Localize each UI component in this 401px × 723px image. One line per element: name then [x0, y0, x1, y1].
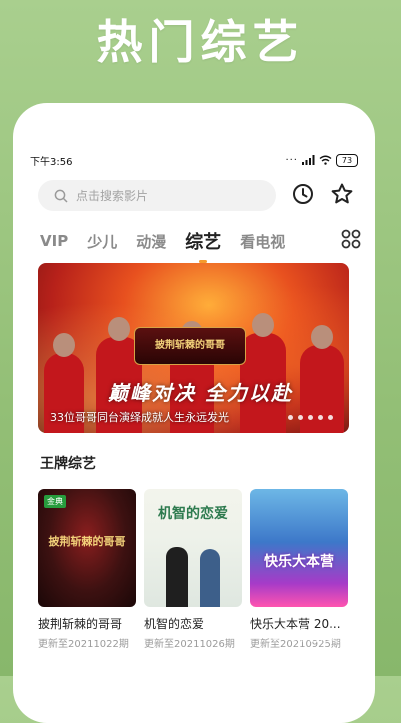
search-icon [54, 189, 68, 203]
poster-figure [200, 549, 220, 607]
tab-vip[interactable]: VIP [40, 232, 68, 250]
section-title: 王牌综艺 [40, 456, 96, 472]
poster-title: 机智的恋爱 [158, 506, 228, 522]
show-update: 更新至20211026期 [144, 639, 235, 650]
show-poster[interactable]: 金典 披荆斩棘的哥哥 [38, 489, 136, 607]
tab-anime[interactable]: 动漫 [136, 231, 166, 252]
carousel-dot[interactable] [318, 415, 323, 420]
tab-variety[interactable]: 综艺 [185, 228, 221, 263]
status-time: 下午3:56 [30, 156, 73, 168]
history-clock-icon[interactable] [292, 183, 314, 205]
watermark-text: 绿色资源网 [290, 626, 371, 645]
signal-dots: ··· [285, 154, 298, 166]
hero-banner[interactable]: 披荆斩棘的哥哥 巅峰对决 全力以赴 33位哥哥同台演绎成就人生永远发光 [38, 263, 349, 433]
tab-kids[interactable]: 少儿 [87, 231, 117, 252]
category-tabs: VIP 少儿 动漫 综艺 看电视 [40, 226, 361, 263]
carousel-dot[interactable] [328, 415, 333, 420]
tab-tv[interactable]: 看电视 [240, 231, 285, 252]
signal-icon [302, 155, 315, 165]
status-indicators: ··· 73 [285, 153, 358, 167]
show-title[interactable]: 机智的恋爱 [144, 615, 242, 632]
grid-icon[interactable] [341, 229, 361, 249]
show-logo: 披荆斩棘的哥哥 [134, 327, 246, 365]
show-poster[interactable]: 快乐大本营 [250, 489, 348, 607]
leaf-logo-icon [272, 628, 285, 640]
show-poster[interactable]: 机智的恋爱 [144, 489, 242, 607]
poster-title: 快乐大本营 [264, 554, 334, 570]
poster-title: 披荆斩棘的哥哥 [48, 535, 126, 548]
show-card[interactable]: 金典 披荆斩棘的哥哥 披荆斩棘的哥哥 更新至20211022期 [38, 489, 136, 650]
search-row: 点击搜索影片 [38, 180, 363, 212]
sponsor-tag: 金典 [44, 495, 66, 508]
banner-caption: 33位哥哥同台演绎成就人生永远发光 [50, 411, 229, 424]
carousel-dot[interactable] [298, 415, 303, 420]
show-title[interactable]: 披荆斩棘的哥哥 [38, 615, 136, 632]
show-update: 更新至20211022期 [38, 639, 129, 650]
status-bar: 下午3:56 ··· 73 [30, 153, 358, 168]
star-icon[interactable] [330, 182, 354, 206]
wifi-icon [319, 155, 332, 165]
page-headline: 热门综艺 [96, 15, 305, 69]
search-input[interactable]: 点击搜索影片 [38, 180, 276, 211]
carousel-dot[interactable] [308, 415, 313, 420]
battery-indicator: 73 [336, 153, 358, 167]
carousel-dot[interactable] [288, 415, 293, 420]
watermark: 绿色资源网 [271, 622, 371, 646]
banner-slogan: 巅峰对决 全力以赴 [108, 381, 293, 405]
search-placeholder: 点击搜索影片 [76, 189, 149, 203]
carousel-indicator[interactable] [288, 415, 333, 420]
show-card[interactable]: 机智的恋爱 机智的恋爱 更新至20211026期 [144, 489, 242, 650]
poster-figure [166, 547, 188, 607]
